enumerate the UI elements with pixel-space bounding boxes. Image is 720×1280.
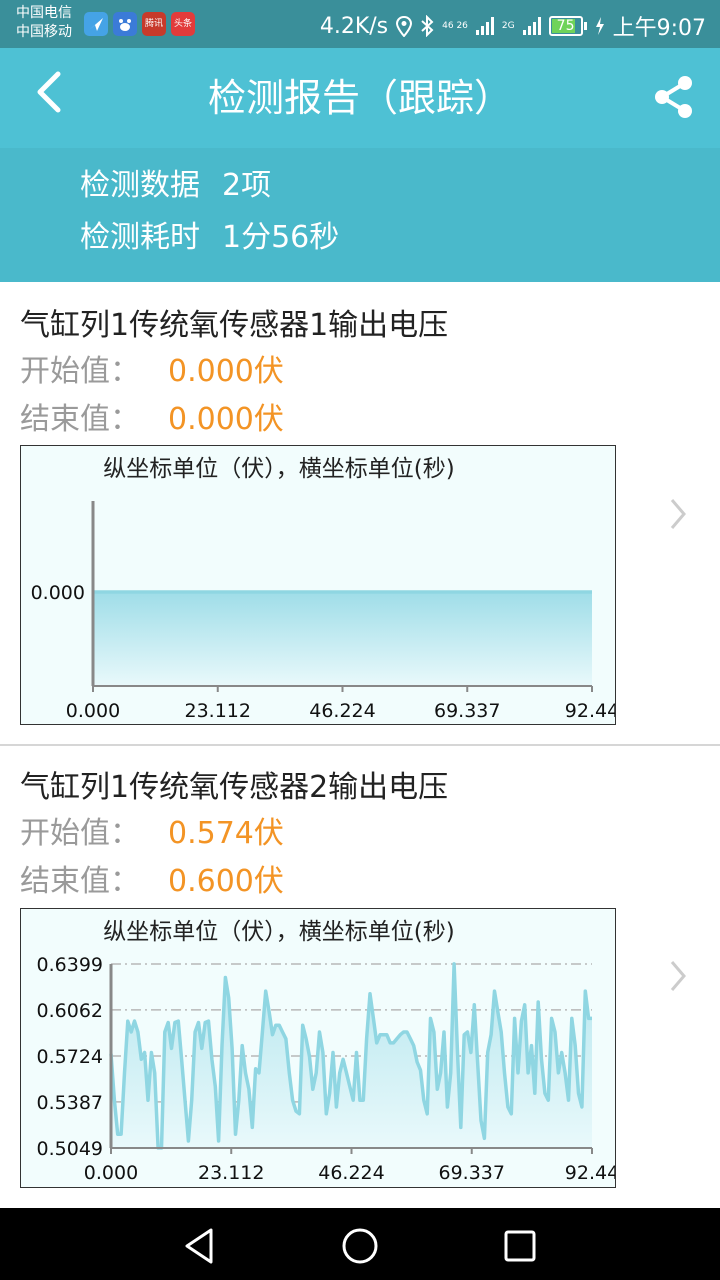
start-label: 开始值： — [20, 354, 140, 389]
x-tick-label: 92.44 — [565, 700, 615, 722]
status-bar: 中国电信 中国移动 腾讯 头条 4.2K/s 46 26 2G 75 上午9:0… — [0, 0, 720, 48]
x-tick-label: 46.224 — [309, 700, 375, 722]
charging-icon — [595, 17, 604, 35]
end-value: 0.000伏 — [168, 402, 284, 437]
chevron-right-icon[interactable] — [664, 956, 692, 996]
triangle-back-icon[interactable] — [178, 1224, 222, 1268]
summary-item-count: 检测数据 2项 — [80, 160, 271, 204]
notification-icons: 腾讯 头条 — [84, 12, 195, 36]
location-icon — [396, 15, 413, 37]
app-header: 检测报告（跟踪） — [0, 48, 720, 148]
y-tick-label: 0.5049 — [37, 1138, 103, 1160]
y-tick-label: 0.6062 — [37, 1000, 103, 1022]
net-speed: 4.2K/s — [319, 13, 389, 39]
navigation-bar — [0, 1208, 720, 1280]
carrier-2: 中国移动 — [16, 24, 72, 40]
y-tick-label: 0.5387 — [37, 1092, 103, 1114]
circle-home-icon[interactable] — [338, 1224, 382, 1268]
end-label: 结束值： — [20, 864, 140, 899]
page-title: 检测报告（跟踪） — [207, 76, 512, 120]
x-tick-label: 23.112 — [185, 700, 251, 722]
x-tick-label: 92.44 — [565, 1162, 615, 1184]
x-tick-label: 46.224 — [318, 1162, 384, 1184]
x-tick-label: 0.000 — [66, 700, 120, 722]
start-value-row: 开始值： 0.574伏 — [20, 808, 284, 852]
chart-1: 纵坐标单位（伏），横坐标单位(秒) 0.000 0.000 23.112 46.224 6… — [20, 445, 616, 725]
chart-title: 纵坐标单位（伏），横坐标单位(秒) — [103, 919, 454, 945]
start-value-row: 开始值： 0.000伏 — [20, 346, 284, 390]
baidu-app-icon — [113, 12, 137, 36]
end-value-row: 结束值： 0.600伏 — [20, 856, 284, 900]
message-app-icon — [84, 12, 108, 36]
share-icon — [655, 76, 692, 118]
back-button[interactable] — [26, 68, 76, 118]
battery-level: 75 — [556, 18, 575, 34]
summary-item-duration: 检测耗时 1分56秒 — [80, 212, 339, 256]
y-tick-label: 0.6399 — [37, 954, 103, 976]
network-type-1: 46 26 — [442, 21, 468, 31]
y-tick-label: 0.5724 — [37, 1046, 103, 1068]
network-type-2: 2G — [501, 21, 515, 31]
end-label: 结束值： — [20, 402, 140, 437]
report-item-2[interactable]: 气缸列1传统氧传感器2输出电压 开始值： 0.574伏 结束值： 0.600伏 … — [0, 746, 720, 1208]
summary-value: 1分56秒 — [222, 220, 340, 255]
carrier-1: 中国电信 — [16, 5, 72, 21]
summary-label: 检测耗时 — [80, 220, 200, 255]
signal-strength-2-icon — [522, 17, 541, 35]
signal-strength-1-icon — [475, 17, 494, 35]
end-value: 0.600伏 — [168, 864, 284, 899]
battery-icon: 75 — [548, 16, 587, 36]
summary-label: 检测数据 — [80, 168, 200, 203]
bluetooth-icon — [421, 15, 434, 37]
report-title: 气缸列1传统氧传感器1输出电压 — [20, 308, 449, 343]
report-item-1[interactable]: 气缸列1传统氧传感器1输出电压 开始值： 0.000伏 结束值： 0.000伏 … — [0, 282, 720, 746]
chevron-left-icon — [37, 71, 61, 113]
x-tick-label: 23.112 — [198, 1162, 264, 1184]
chart-title: 纵坐标单位（伏），横坐标单位(秒) — [103, 456, 454, 482]
x-tick-label: 0.000 — [84, 1162, 138, 1184]
share-button[interactable] — [652, 74, 696, 120]
start-value: 0.000伏 — [168, 354, 284, 389]
start-value: 0.574伏 — [168, 816, 284, 851]
summary-value: 2项 — [222, 168, 272, 203]
summary-panel: 检测数据 2项 检测耗时 1分56秒 — [0, 148, 720, 282]
area-fill — [93, 592, 592, 686]
x-tick-label: 69.337 — [439, 1162, 505, 1184]
y-tick-label: 0.000 — [31, 582, 85, 604]
x-tick-label: 69.337 — [434, 700, 500, 722]
chart-2: 纵坐标单位（伏），横坐标单位(秒) 0.6399 0.6062 0.5724 0.538… — [20, 908, 616, 1188]
report-title: 气缸列1传统氧传感器2输出电压 — [20, 770, 449, 805]
end-value-row: 结束值： 0.000伏 — [20, 394, 284, 438]
toutiao-app-icon: 头条 — [171, 12, 195, 36]
tencent-app-icon: 腾讯 — [142, 12, 166, 36]
carrier-info: 中国电信 中国移动 — [16, 4, 72, 42]
chart-2-svg: 纵坐标单位（伏），横坐标单位(秒)0.6399 0.6062 0.5724 0.538… — [37, 919, 615, 1184]
clock: 上午9:07 — [612, 16, 706, 41]
square-recents-icon[interactable] — [498, 1224, 542, 1268]
start-label: 开始值： — [20, 816, 140, 851]
chart-1-svg: 纵坐标单位（伏），横坐标单位(秒) 0.000 0.000 23.112 46.224 6… — [31, 456, 615, 722]
chevron-right-icon[interactable] — [664, 494, 692, 534]
